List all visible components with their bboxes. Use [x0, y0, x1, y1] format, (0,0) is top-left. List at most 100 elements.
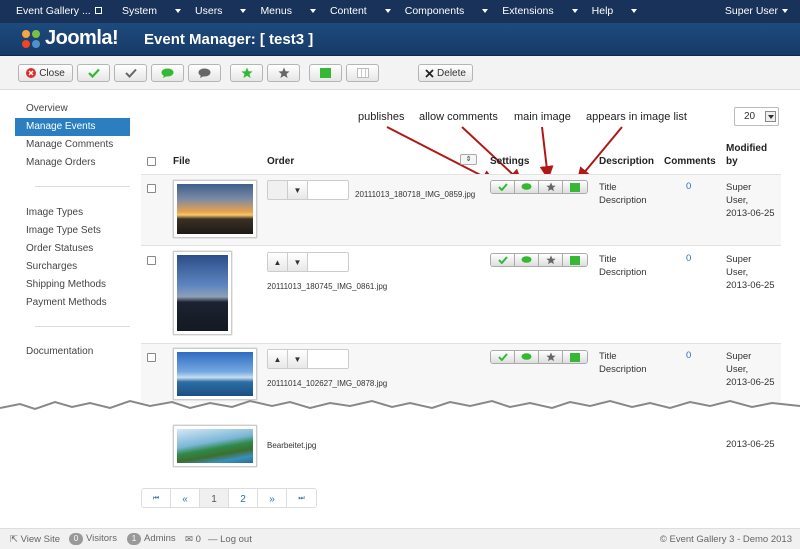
- check-green-icon: [497, 183, 508, 191]
- order-down-button[interactable]: ▼: [288, 253, 308, 271]
- menu-content[interactable]: Content: [330, 5, 391, 17]
- view-site-link[interactable]: ⇱ View Site: [10, 534, 60, 545]
- top-navbar: Event Gallery ... System Users Menus Con…: [0, 0, 800, 23]
- sidebar-item-payment-methods[interactable]: Payment Methods: [15, 294, 130, 312]
- sidebar-item-documentation[interactable]: Documentation: [15, 343, 130, 361]
- comments-toggle[interactable]: [515, 181, 539, 193]
- comment-green-icon: [521, 353, 532, 360]
- image-thumbnail[interactable]: [173, 180, 257, 238]
- allow-comments-button[interactable]: [151, 64, 184, 82]
- square-green-icon: [570, 182, 580, 192]
- list-limit-select[interactable]: 20: [734, 107, 779, 126]
- order-input[interactable]: [308, 350, 348, 368]
- publish-toggle[interactable]: [491, 351, 515, 363]
- menu-help[interactable]: Help: [592, 5, 638, 17]
- comments-count-link[interactable]: 0: [686, 253, 691, 264]
- col-header-order[interactable]: Order: [267, 156, 294, 167]
- comment-green-icon: [521, 183, 532, 190]
- status-bar: ⇱ View Site 0 Visitors 1 Admins ✉ 0 — Log …: [0, 528, 800, 549]
- user-menu[interactable]: Super User: [725, 5, 788, 17]
- site-brand-link[interactable]: Event Gallery ...: [16, 5, 102, 17]
- sort-order-button[interactable]: ⇕: [460, 154, 477, 165]
- unset-main-image-button[interactable]: [267, 64, 300, 82]
- page-next-button[interactable]: »: [258, 489, 287, 507]
- callout-publishes: publishes: [358, 111, 405, 123]
- file-name: Bearbeitet.jpg: [267, 441, 317, 450]
- row-checkbox[interactable]: [147, 184, 156, 193]
- modified-by: 2013-06-25: [726, 439, 775, 450]
- main-image-toggle[interactable]: [539, 181, 563, 193]
- in-list-toggle[interactable]: [563, 254, 587, 266]
- order-control: ▲ ▼: [267, 252, 349, 272]
- file-name: 20111013_180718_IMG_0859.jpg: [355, 190, 476, 199]
- sidebar-item-image-types[interactable]: Image Types: [15, 204, 130, 222]
- comments-count-link[interactable]: 0: [686, 181, 691, 192]
- envelope-icon: ✉: [185, 534, 196, 545]
- sidebar-item-overview[interactable]: Overview: [15, 100, 130, 118]
- sidebar-item-manage-comments[interactable]: Manage Comments: [15, 136, 130, 154]
- page-2[interactable]: 2: [229, 489, 258, 507]
- page-first-button[interactable]: ⏮: [142, 489, 171, 507]
- modified-by: Super User, 2013-06-25: [726, 182, 775, 219]
- arrow-appears-in-list: [576, 126, 623, 182]
- sidebar-item-shipping-methods[interactable]: Shipping Methods: [15, 276, 130, 294]
- file-name: 20111014_102627_IMG_0878.jpg: [267, 379, 388, 388]
- page-header: Joomla! Event Manager: [ test3 ]: [0, 23, 800, 56]
- in-list-toggle[interactable]: [563, 351, 587, 363]
- sidebar-item-order-statuses[interactable]: Order Statuses: [15, 240, 130, 258]
- publish-toggle[interactable]: [491, 254, 515, 266]
- row-checkbox[interactable]: [147, 353, 156, 362]
- logout-link[interactable]: — Log out: [208, 534, 252, 545]
- menu-components[interactable]: Components: [405, 5, 489, 17]
- main-image-toggle[interactable]: [539, 254, 563, 266]
- menu-extensions[interactable]: Extensions: [502, 5, 578, 17]
- image-thumbnail[interactable]: [173, 348, 257, 400]
- page-last-button[interactable]: ⏭: [287, 489, 316, 507]
- show-in-list-button[interactable]: [309, 64, 342, 82]
- menu-users[interactable]: Users: [195, 5, 247, 17]
- comments-count-link[interactable]: 0: [686, 350, 691, 361]
- page-prev-button[interactable]: «: [171, 489, 200, 507]
- delete-button[interactable]: Delete: [418, 64, 473, 82]
- set-main-image-button[interactable]: [230, 64, 263, 82]
- comments-toggle[interactable]: [515, 254, 539, 266]
- copyright-text: © Event Gallery 3 - Demo 2013: [659, 534, 792, 545]
- row-checkbox[interactable]: [147, 256, 156, 265]
- order-input[interactable]: [308, 181, 348, 199]
- order-up-button[interactable]: ▲: [268, 253, 288, 271]
- page-1: 1: [200, 489, 229, 507]
- grid-gray-icon: [356, 68, 369, 78]
- comments-toggle[interactable]: [515, 351, 539, 363]
- star-green-icon: [240, 67, 253, 78]
- order-up-disabled: [268, 181, 288, 199]
- external-link-icon: [94, 7, 102, 14]
- col-header-comments: Comments: [664, 156, 716, 167]
- main-image-toggle[interactable]: [539, 351, 563, 363]
- close-icon: [26, 68, 37, 78]
- publish-toggle[interactable]: [491, 181, 515, 193]
- sidebar-divider: [35, 326, 130, 327]
- image-thumbnail[interactable]: [173, 425, 257, 467]
- sidebar-item-image-type-sets[interactable]: Image Type Sets: [15, 222, 130, 240]
- hide-from-list-button[interactable]: [346, 64, 379, 82]
- order-input[interactable]: [308, 253, 348, 271]
- publish-button[interactable]: [77, 64, 110, 82]
- image-thumbnail[interactable]: [173, 251, 232, 335]
- sidebar-item-manage-events[interactable]: Manage Events: [15, 118, 130, 136]
- order-up-button[interactable]: ▲: [268, 350, 288, 368]
- order-down-button[interactable]: ▼: [288, 181, 308, 199]
- order-down-button[interactable]: ▼: [288, 350, 308, 368]
- select-all-checkbox[interactable]: [147, 157, 156, 166]
- col-header-description: Description: [599, 156, 655, 167]
- menu-menus[interactable]: Menus: [260, 5, 316, 17]
- sidebar-item-manage-orders[interactable]: Manage Orders: [15, 154, 130, 172]
- unpublish-button[interactable]: [114, 64, 147, 82]
- col-header-file[interactable]: File: [173, 156, 190, 167]
- close-button[interactable]: Close: [18, 64, 73, 82]
- sidebar-item-surcharges[interactable]: Surcharges: [15, 258, 130, 276]
- menu-system[interactable]: System: [122, 5, 182, 17]
- col-header-modified: Modified by: [726, 143, 768, 167]
- messages-status[interactable]: ✉ 0: [185, 534, 201, 545]
- disallow-comments-button[interactable]: [188, 64, 221, 82]
- in-list-toggle[interactable]: [563, 181, 587, 193]
